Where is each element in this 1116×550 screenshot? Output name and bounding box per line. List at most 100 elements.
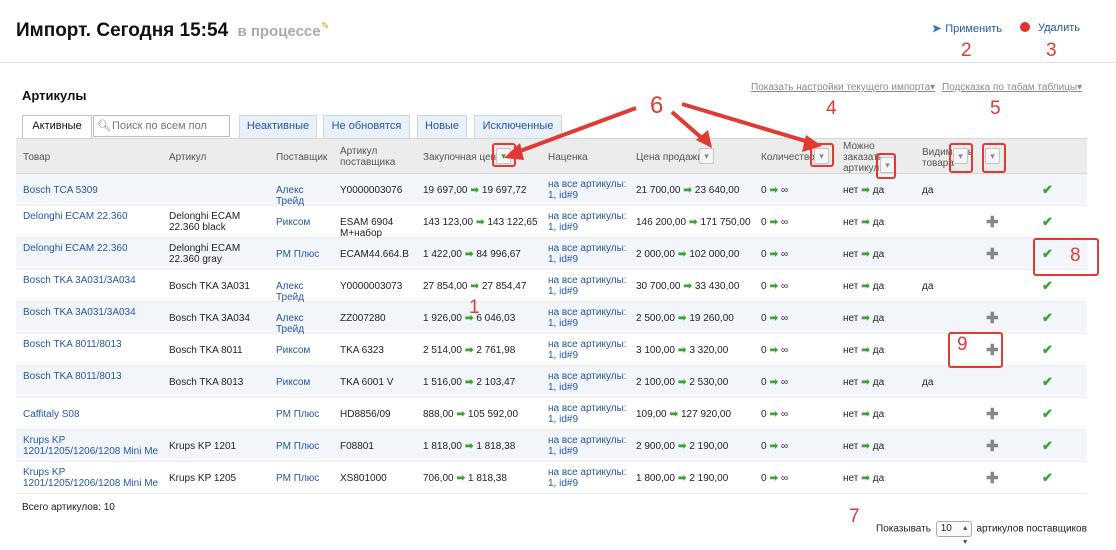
search-box[interactable]: 🔍︎: [93, 115, 230, 137]
markup-link[interactable]: на все артикулы: 1, id#9: [548, 179, 628, 201]
markup-link[interactable]: на все артикулы: 1, id#9: [548, 211, 628, 233]
tab-new[interactable]: Новые: [417, 115, 467, 138]
product-link[interactable]: Krups KP 1201/1205/1206/1208 Mini Me: [23, 435, 163, 457]
tab-inactive[interactable]: Неактивные: [239, 115, 317, 138]
supplier-link[interactable]: Риксом: [276, 377, 332, 388]
col-supplier[interactable]: Поставщик: [276, 152, 327, 163]
supplier-link[interactable]: Риксом: [276, 217, 332, 228]
table-header: Товар Артикул Поставщик Артикул поставщи…: [16, 138, 1087, 174]
product-link[interactable]: Delonghi ECAM 22.360: [23, 211, 163, 222]
add-plus-icon[interactable]: ✚: [986, 245, 999, 263]
markup-link[interactable]: на все артикулы: 1, id#9: [548, 403, 628, 425]
green-arrow-icon: ➡: [677, 473, 687, 484]
markup-link[interactable]: на все артикулы: 1, id#9: [548, 339, 628, 361]
search-input[interactable]: [112, 118, 226, 134]
sale-price-change: 146 200,00 ➡ 171 750,00: [636, 217, 751, 228]
supplier-link[interactable]: Алекс Трейд: [276, 185, 332, 207]
can-order-change: нет ➡ да: [843, 313, 884, 324]
product-link[interactable]: Bosch TCA 5309: [23, 185, 163, 196]
apply-label: Применить: [945, 23, 1003, 35]
markup-link[interactable]: на все артикулы: 1, id#9: [548, 435, 628, 457]
confirm-check-icon[interactable]: ✔: [1042, 182, 1053, 198]
tab-active[interactable]: Активные: [22, 115, 92, 138]
col-purchase-price[interactable]: Закупочная цена: [423, 152, 502, 163]
purchase-price-change: 19 697,00 ➡ 19 697,72: [423, 185, 526, 196]
add-plus-icon[interactable]: ✚: [986, 213, 999, 231]
green-arrow-icon: ➡: [464, 441, 474, 452]
show-import-settings-link[interactable]: Показать настройки текущего импорта▾: [751, 82, 935, 93]
purchase-price-change-from: 27 854,00: [423, 281, 468, 292]
product-link[interactable]: Bosch TKA 3A031/3A034: [23, 275, 163, 286]
confirm-check-icon[interactable]: ✔: [1042, 374, 1053, 390]
confirm-check-icon[interactable]: ✔: [1042, 438, 1053, 454]
confirm-check-icon[interactable]: ✔: [1042, 310, 1053, 326]
supplier-link[interactable]: Алекс Трейд: [276, 313, 332, 335]
tab-not-updated[interactable]: Не обновятся: [323, 115, 410, 138]
green-arrow-icon: ➡: [683, 281, 692, 292]
supplier-link[interactable]: PM Плюс: [276, 473, 332, 484]
purchase-price-change: 1 422,00 ➡ 84 996,67: [423, 249, 521, 260]
supplier-link[interactable]: Риксом: [276, 345, 332, 356]
green-arrow-icon: ➡: [470, 185, 479, 196]
table-tabs-help-text: Подсказка по табам таблицы: [942, 82, 1078, 93]
supplier-link[interactable]: Алекс Трейд: [276, 281, 332, 303]
article-cell: Bosch TKA 3A034: [169, 313, 250, 324]
green-arrow-icon: ➡: [861, 345, 870, 356]
product-link[interactable]: Krups KP 1201/1205/1206/1208 Mini Me: [23, 467, 163, 489]
supplier-link[interactable]: PM Плюс: [276, 249, 332, 260]
supplier-article-cell: TKA 6001 V: [340, 377, 394, 388]
edit-pencil-icon[interactable]: ✎: [321, 21, 329, 32]
sale-price-change: 2 000,00 ➡ 102 000,00: [636, 249, 739, 260]
product-link[interactable]: Delonghi ECAM 22.360: [23, 243, 163, 254]
col-sale-price[interactable]: Цена продажи: [636, 152, 703, 163]
can-order-change-to: да: [872, 249, 885, 260]
product-link[interactable]: Bosch TKA 8011/8013: [23, 339, 163, 350]
markup-link[interactable]: на все артикулы: 1, id#9: [548, 243, 628, 265]
sale-price-filter-icon[interactable]: ▾: [699, 148, 714, 164]
markup-link[interactable]: на все артикулы: 1, id#9: [548, 467, 628, 489]
tab-excluded[interactable]: Исключенные: [474, 115, 562, 138]
add-plus-icon[interactable]: ✚: [986, 437, 999, 455]
quantity-change-from: 0: [761, 313, 767, 324]
markup-link[interactable]: на все артикулы: 1, id#9: [548, 275, 628, 297]
per-page-select[interactable]: 10 ▲ ▼: [935, 521, 972, 546]
col-product[interactable]: Товар: [23, 152, 50, 163]
confirm-check-icon[interactable]: ✔: [1042, 214, 1053, 230]
annotation-number-1: 1: [469, 297, 480, 318]
sale-price-change: 30 700,00 ➡ 33 430,00: [636, 281, 739, 292]
add-plus-icon[interactable]: ✚: [986, 405, 999, 423]
confirm-check-icon[interactable]: ✔: [1042, 278, 1053, 294]
markup-link[interactable]: на все артикулы: 1, id#9: [548, 307, 628, 329]
quantity-change-to: ∞: [780, 377, 789, 388]
can-order-change-to: да: [872, 377, 885, 388]
green-arrow-icon: ➡: [861, 281, 870, 292]
confirm-check-icon[interactable]: ✔: [1042, 470, 1053, 486]
product-link[interactable]: Caffitaly S08: [23, 409, 163, 420]
can-order-change-from: нет: [843, 473, 859, 484]
quantity-change-from: 0: [761, 377, 767, 388]
col-article[interactable]: Артикул: [169, 152, 206, 163]
col-markup[interactable]: Наценка: [548, 152, 588, 163]
table-tabs-help-link[interactable]: Подсказка по табам таблицы▾: [942, 82, 1082, 93]
quantity-change-to: ∞: [780, 281, 789, 292]
confirm-check-icon[interactable]: ✔: [1042, 342, 1053, 358]
product-link[interactable]: Bosch TKA 8011/8013: [23, 371, 163, 382]
spinner-icon: ▲ ▼: [961, 525, 969, 546]
apply-button[interactable]: ➤ Применить: [932, 22, 1002, 35]
green-arrow-icon: ➡: [677, 313, 687, 324]
green-arrow-icon: ➡: [769, 249, 778, 260]
supplier-link[interactable]: PM Плюс: [276, 441, 332, 452]
green-arrow-icon: ➡: [689, 217, 698, 228]
col-supplier-article[interactable]: Артикул поставщика: [340, 146, 404, 168]
delete-button[interactable]: Удалить: [1020, 22, 1080, 34]
add-plus-icon[interactable]: ✚: [986, 309, 999, 327]
product-link[interactable]: Bosch TKA 3A031/3A034: [23, 307, 163, 318]
supplier-link[interactable]: PM Плюс: [276, 409, 332, 420]
markup-link[interactable]: на все артикулы: 1, id#9: [548, 371, 628, 393]
import-status: в процессе: [237, 23, 321, 40]
purchase-price-change-to: 1 818,38: [467, 473, 507, 484]
col-quantity[interactable]: Количество: [761, 152, 815, 163]
add-plus-icon[interactable]: ✚: [986, 469, 999, 487]
green-arrow-icon: ➡: [769, 313, 778, 324]
confirm-check-icon[interactable]: ✔: [1042, 406, 1053, 422]
